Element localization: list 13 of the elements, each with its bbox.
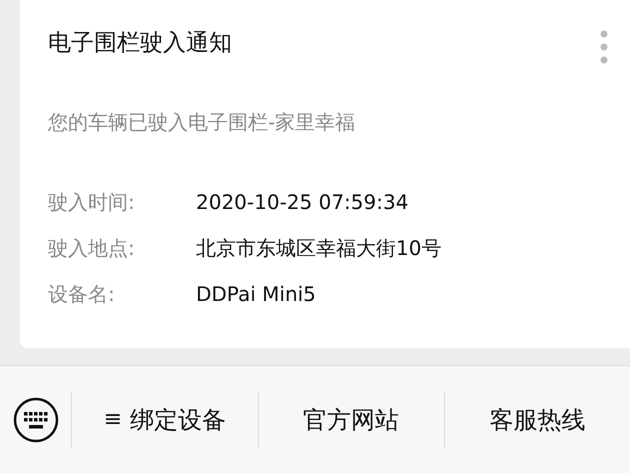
field-value: DDPai Mini5 [196,281,316,308]
field-label: 驶入地点: [48,235,136,262]
field-label: 驶入时间: [48,189,136,216]
menu-button[interactable]: 客服热线 [489,404,586,436]
field-label: 设备名: [48,281,116,308]
field-value: 北京市东城区幸福大街10号 [196,235,442,262]
notification-message: 您的车辆已驶入电子围栏-家里幸福 [48,109,356,136]
keyboard-icon[interactable] [12,396,59,442]
menu-button[interactable]: ≡ 绑定设备 [104,404,226,436]
card-title: 电子围栏驶入通知 [48,29,232,58]
field-value: 2020-10-25 07:59:34 [196,189,408,216]
menu-icon: ≡ [104,404,122,436]
menu-button[interactable]: 官方网站 [303,404,400,436]
